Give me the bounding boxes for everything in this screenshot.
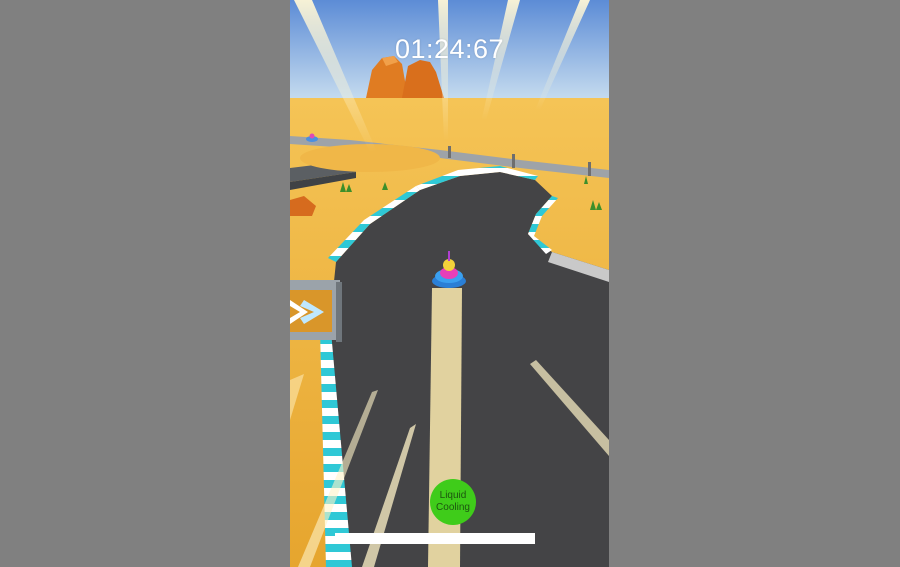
kart-trail bbox=[428, 288, 462, 567]
direction-sign bbox=[290, 280, 342, 342]
race-timer: 01:24:67 bbox=[394, 34, 505, 64]
ability-label-line1: Liquid bbox=[439, 490, 467, 501]
game-viewport[interactable]: 01:24:67 Liquid Cooling bbox=[290, 0, 609, 567]
ability-label-line2: Cooling bbox=[436, 502, 470, 513]
liquid-cooling-button[interactable]: Liquid Cooling bbox=[430, 479, 476, 525]
race-progress-fill bbox=[335, 533, 535, 544]
race-progress-bar bbox=[335, 533, 535, 544]
